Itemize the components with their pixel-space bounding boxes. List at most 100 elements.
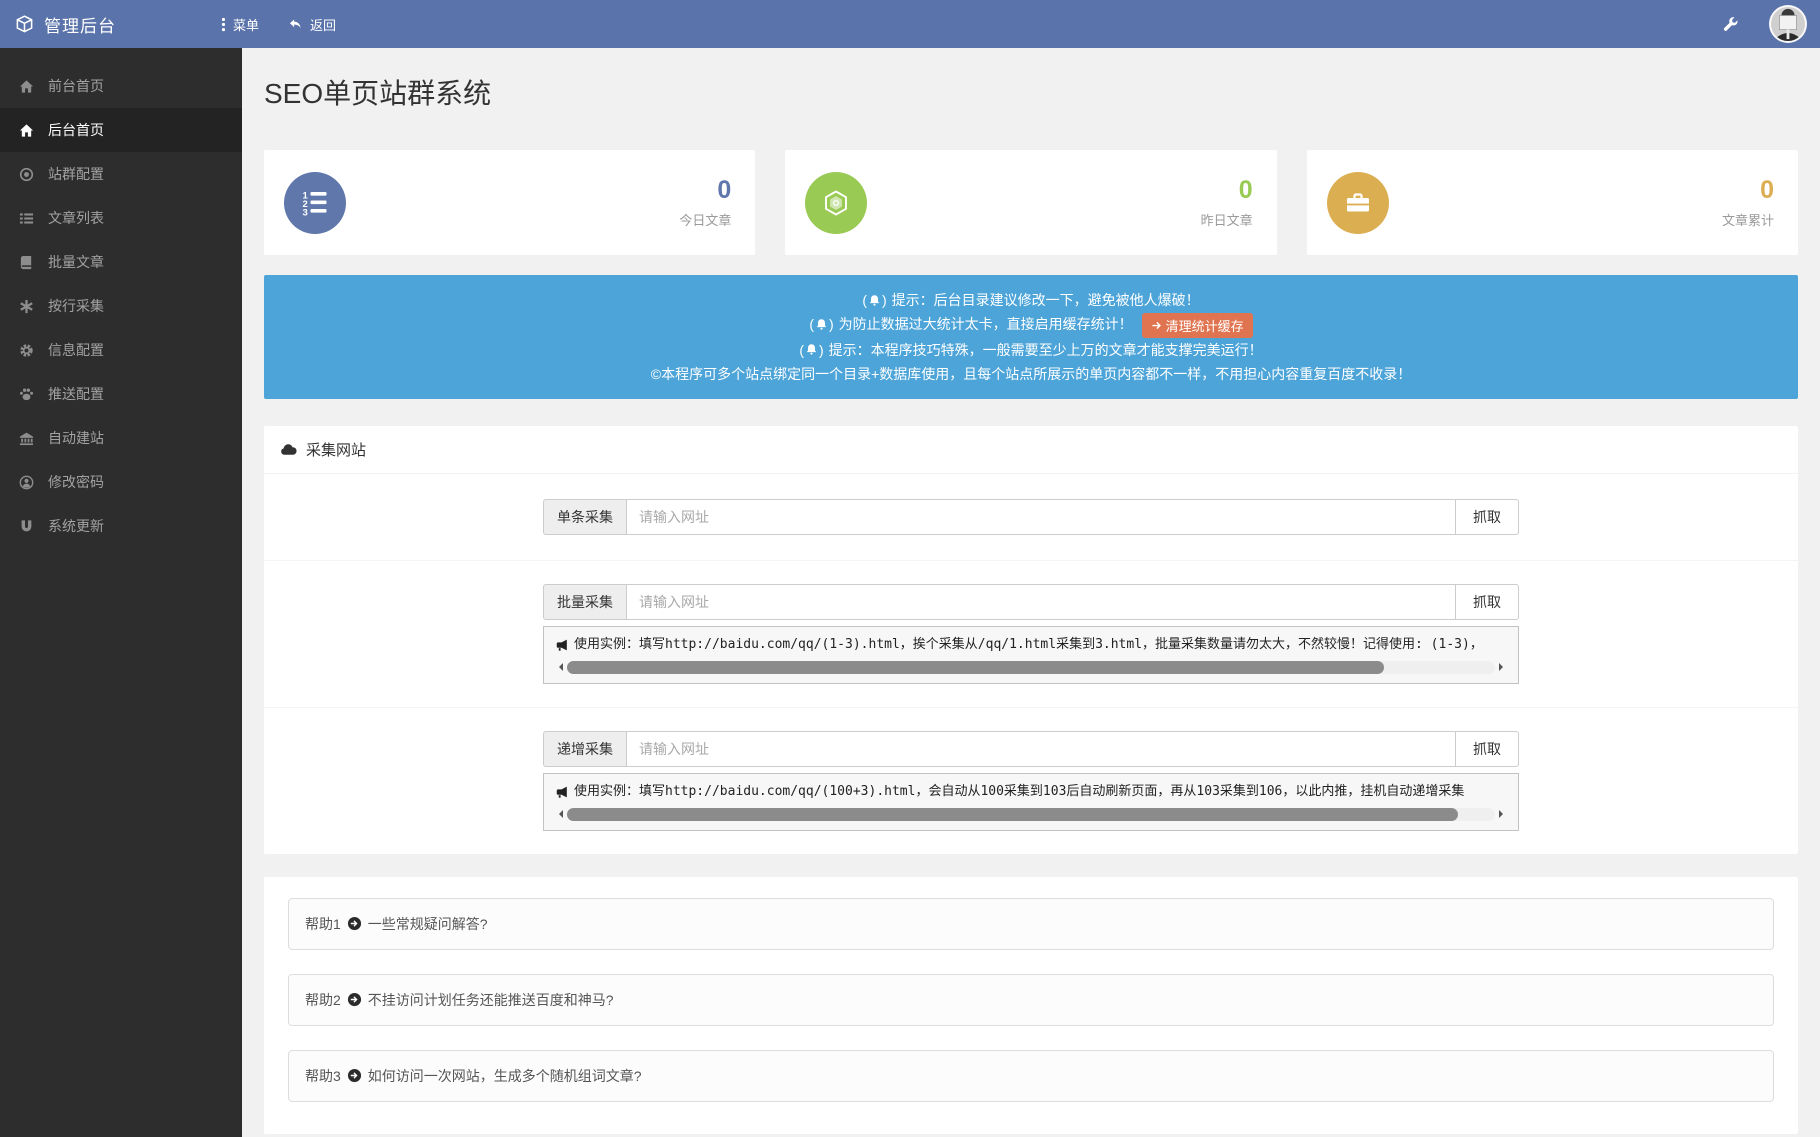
- help-links-panel: 帮助1 一些常规疑问解答? 帮助2 不挂访问计划任务还能推送百度和神马? 帮助3…: [264, 877, 1798, 1134]
- arrow-circle-right-icon: [347, 916, 362, 931]
- help-prefix: 帮助3: [305, 1066, 341, 1086]
- sidebar-item-label: 文章列表: [48, 208, 104, 228]
- sidebar-item-system-update[interactable]: 系统更新: [0, 504, 242, 548]
- stat-label: 昨日文章: [1201, 210, 1253, 229]
- home-icon: [19, 123, 34, 138]
- sidebar-item-push-config[interactable]: 推送配置: [0, 372, 242, 416]
- user-avatar[interactable]: [1769, 5, 1807, 43]
- batch-collect-url-input[interactable]: [626, 584, 1456, 620]
- stat-card-yesterday: 0 昨日文章: [785, 150, 1276, 255]
- batch-collect-example-text: 使用实例：填写http://baidu.com/qq/(1-3).html，挨个…: [574, 635, 1483, 655]
- sidebar-item-admin-home[interactable]: 后台首页: [0, 108, 242, 152]
- main-content: SEO单页站群系统 1 2 3 0 今日文章: [242, 48, 1820, 1137]
- sidebar-item-change-password[interactable]: 修改密码: [0, 460, 242, 504]
- sidebar-item-auto-build[interactable]: 自动建站: [0, 416, 242, 460]
- batch-collect-example-box: 使用实例：填写http://baidu.com/qq/(1-3).html，挨个…: [543, 626, 1519, 684]
- single-collect-url-input[interactable]: [626, 499, 1456, 535]
- sidebar-item-label: 后台首页: [48, 120, 104, 140]
- svg-text:3: 3: [303, 207, 308, 218]
- stat-card-total: 0 文章累计: [1307, 150, 1798, 255]
- incremental-collect-group: 递增采集 抓取: [543, 731, 1519, 767]
- help-text: 一些常规疑问解答?: [368, 914, 488, 934]
- stat-meta: 0 昨日文章: [1201, 176, 1253, 229]
- page-title: SEO单页站群系统: [264, 75, 1798, 113]
- sidebar-item-sitegroup-config[interactable]: 站群配置: [0, 152, 242, 196]
- incremental-collect-fetch-button[interactable]: 抓取: [1456, 731, 1519, 767]
- wrench-icon[interactable]: [1722, 16, 1739, 33]
- home-icon: [19, 79, 34, 94]
- notice-line: 提示：后台目录建议修改一下，避免被他人爆破！: [284, 288, 1778, 312]
- notice-text: 为防止数据过大统计太卡，直接启用缓存统计！: [839, 316, 1133, 332]
- incremental-collect-label: 递增采集: [543, 731, 626, 767]
- help-link-1[interactable]: 帮助1 一些常规疑问解答?: [288, 898, 1774, 950]
- sidebar-item-label: 信息配置: [48, 340, 104, 360]
- help-prefix: 帮助1: [305, 914, 341, 934]
- top-header: 管理后台 菜单 返回: [0, 0, 1820, 48]
- brand-title: 管理后台: [44, 12, 116, 37]
- magnet-icon: [19, 519, 34, 534]
- notice-line: ©本程序可多个站点绑定同一个目录+数据库使用，且每个站点所展示的单页内容都不一样…: [284, 362, 1778, 386]
- incremental-example-scrollbar: [555, 807, 1507, 822]
- stat-label: 今日文章: [679, 210, 731, 229]
- notice-text: 提示：本程序技巧特殊，一般需要至少上万的文章才能支撑完美运行！: [829, 342, 1263, 358]
- sidebar-item-article-list[interactable]: 文章列表: [0, 196, 242, 240]
- menu-toggle[interactable]: 菜单: [221, 15, 259, 34]
- menu-label: 菜单: [233, 15, 259, 34]
- single-collect-fetch-button[interactable]: 抓取: [1456, 499, 1519, 535]
- sidebar-item-batch-articles[interactable]: 批量文章: [0, 240, 242, 284]
- scroll-left-arrow-icon[interactable]: [555, 810, 563, 818]
- stat-value: 0: [679, 176, 731, 204]
- single-collect-group: 单条采集 抓取: [543, 499, 1519, 535]
- scrollbar-track[interactable]: [567, 808, 1495, 821]
- sidebar-item-front-home[interactable]: 前台首页: [0, 64, 242, 108]
- bullhorn-icon: [555, 638, 569, 652]
- stat-label: 文章累计: [1722, 210, 1774, 229]
- asterisk-icon: [19, 299, 34, 314]
- stat-value: 0: [1722, 176, 1774, 204]
- clear-stats-cache-button[interactable]: 清理统计缓存: [1142, 313, 1253, 338]
- arrow-circle-right-icon: [347, 1068, 362, 1083]
- scrollbar-track[interactable]: [567, 661, 1495, 674]
- list-icon: [19, 211, 34, 226]
- notice-line: 为防止数据过大统计太卡，直接启用缓存统计！ 清理统计缓存: [284, 312, 1778, 338]
- sidebar-item-label: 系统更新: [48, 516, 104, 536]
- help-text: 不挂访问计划任务还能推送百度和神马?: [368, 990, 614, 1010]
- gear-icon: [19, 343, 34, 358]
- collect-panel-header: 采集网站: [264, 426, 1798, 474]
- collect-row-incremental: 递增采集 抓取 使用实例：填写http://baidu.com/qq/(100+…: [264, 707, 1798, 854]
- notice-banner: 提示：后台目录建议修改一下，避免被他人爆破！ 为防止数据过大统计太卡，直接启用缓…: [264, 275, 1798, 399]
- batch-collect-group: 批量采集 抓取: [543, 584, 1519, 620]
- book-icon: [19, 255, 34, 270]
- incremental-collect-example: 使用实例：填写http://baidu.com/qq/(100+3).html，…: [555, 782, 1507, 802]
- sidebar-item-label: 站群配置: [48, 164, 104, 184]
- stat-meta: 0 文章累计: [1722, 176, 1774, 229]
- batch-collect-fetch-button[interactable]: 抓取: [1456, 584, 1519, 620]
- sidebar-nav: 前台首页 后台首页 站群配置 文章列表 批量文章 按行采集 信息配置 推送配置: [0, 48, 242, 1137]
- sidebar-item-line-collect[interactable]: 按行采集: [0, 284, 242, 328]
- batch-collect-example: 使用实例：填写http://baidu.com/qq/(1-3).html，挨个…: [555, 635, 1507, 655]
- incremental-collect-example-text: 使用实例：填写http://baidu.com/qq/(100+3).html，…: [574, 782, 1464, 802]
- cube-icon: [15, 15, 34, 34]
- back-button[interactable]: 返回: [287, 15, 336, 34]
- bank-icon: [19, 431, 34, 446]
- stat-card-today: 1 2 3 0 今日文章: [264, 150, 755, 255]
- incremental-collect-url-input[interactable]: [626, 731, 1456, 767]
- sidebar-item-info-config[interactable]: 信息配置: [0, 328, 242, 372]
- scroll-right-arrow-icon[interactable]: [1499, 663, 1507, 671]
- collect-row-single: 单条采集 抓取: [264, 474, 1798, 560]
- sidebar-item-label: 推送配置: [48, 384, 104, 404]
- help-link-2[interactable]: 帮助2 不挂访问计划任务还能推送百度和神马?: [288, 974, 1774, 1026]
- bell-icon: [799, 338, 823, 362]
- scroll-left-arrow-icon[interactable]: [555, 663, 563, 671]
- scroll-right-arrow-icon[interactable]: [1499, 810, 1507, 818]
- arrow-circle-right-icon: [347, 992, 362, 1007]
- sidebar-item-label: 前台首页: [48, 76, 104, 96]
- app-brand: 管理后台: [0, 12, 207, 37]
- scrollbar-thumb[interactable]: [567, 661, 1384, 674]
- help-prefix: 帮助2: [305, 990, 341, 1010]
- scrollbar-thumb[interactable]: [567, 808, 1458, 821]
- bullhorn-icon: [555, 785, 569, 799]
- arrow-right-icon: [1151, 320, 1162, 331]
- help-link-3[interactable]: 帮助3 如何访问一次网站，生成多个随机组词文章?: [288, 1050, 1774, 1102]
- help-text: 如何访问一次网站，生成多个随机组词文章?: [368, 1066, 642, 1086]
